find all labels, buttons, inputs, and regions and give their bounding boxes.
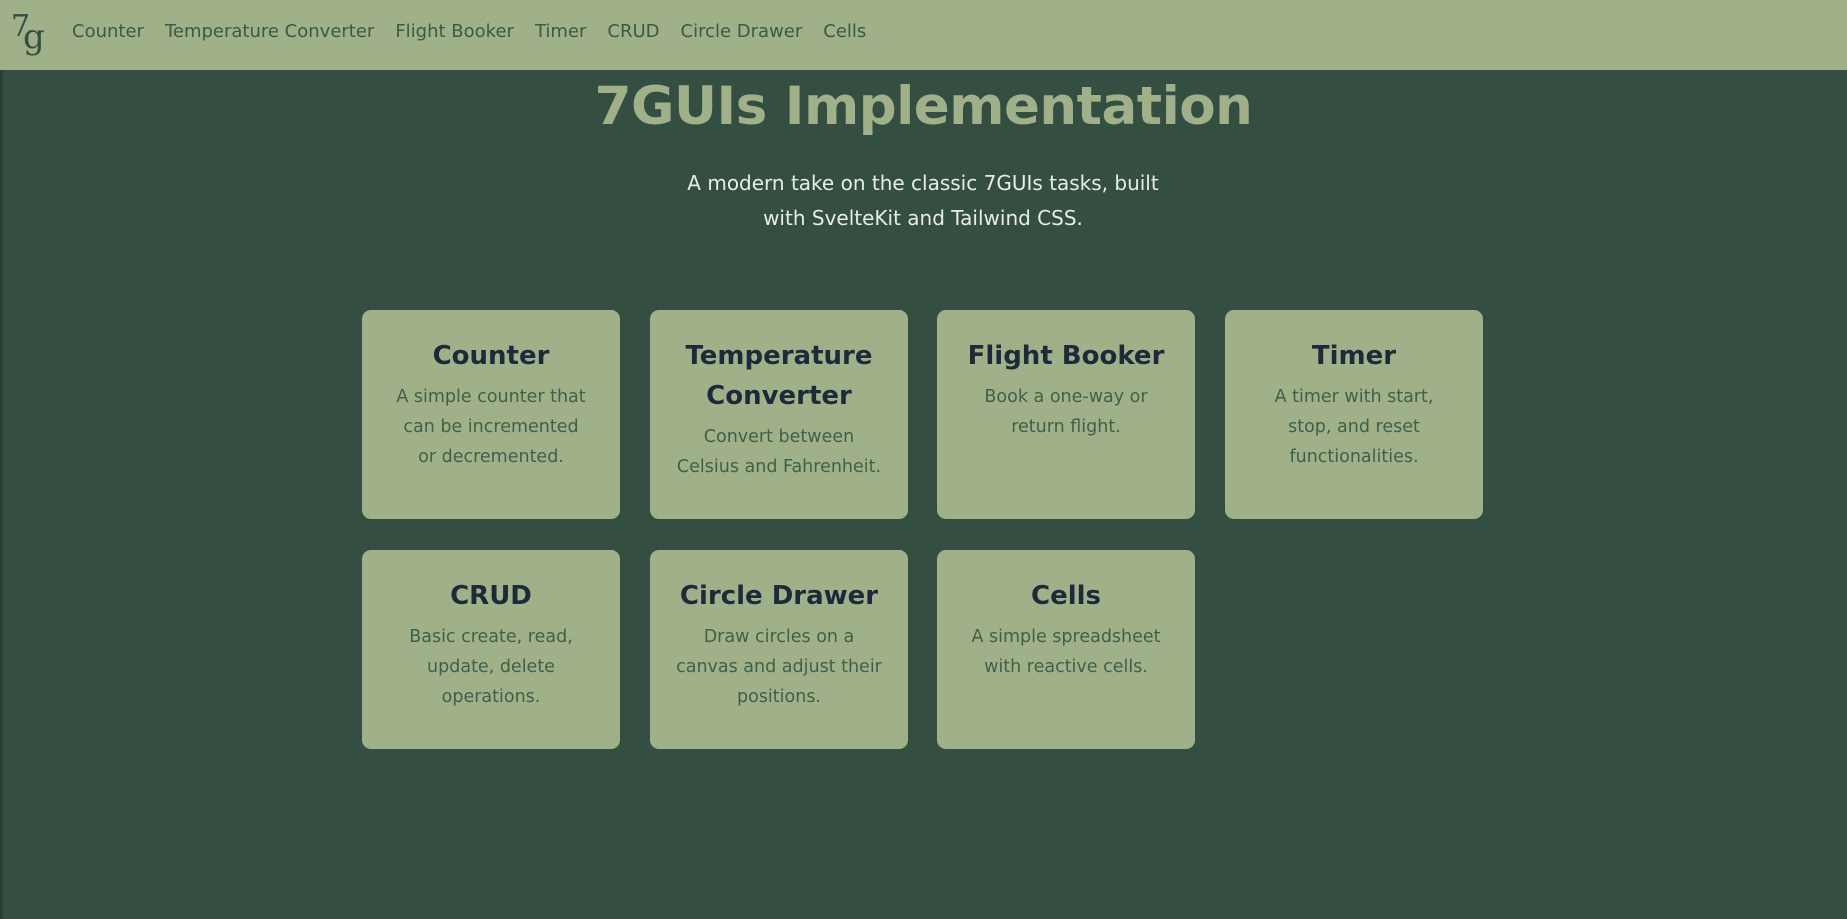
nav-link-circle-drawer[interactable]: Circle Drawer xyxy=(681,21,803,42)
card-circle-drawer[interactable]: Circle Drawer Draw circles on a canvas a… xyxy=(650,550,908,749)
card-title: Timer xyxy=(1311,341,1397,371)
card-counter[interactable]: Counter A simple counter that can be inc… xyxy=(362,310,620,519)
card-title: Cells xyxy=(1030,581,1101,611)
nav-link-timer[interactable]: Timer xyxy=(535,21,586,42)
nav-link-counter[interactable]: Counter xyxy=(72,21,144,42)
card-description: A simple spreadsheet with reactive cells… xyxy=(971,627,1161,677)
card-title: Circle Drawer xyxy=(679,581,879,611)
nav-link-temperature-converter[interactable]: Temperature Converter xyxy=(165,21,374,42)
card-description: Book a one-way or return flight. xyxy=(984,387,1148,437)
card-title: Temperature Converter xyxy=(685,341,873,411)
nav-link-crud[interactable]: CRUD xyxy=(607,21,659,42)
7g-logo-icon[interactable]: 7 g xyxy=(9,8,45,58)
card-crud[interactable]: CRUD Basic create, read, update, delete … xyxy=(362,550,620,749)
page-subtitle: A modern take on the classic 7GUIs tasks… xyxy=(687,171,1159,230)
card-timer[interactable]: Timer A timer with start, stop, and rese… xyxy=(1225,310,1483,519)
card-flight-booker[interactable]: Flight Booker Book a one-way or return f… xyxy=(937,310,1195,519)
card-cells[interactable]: Cells A simple spreadsheet with reactive… xyxy=(937,550,1195,749)
nav-links: Counter Temperature Converter Flight Boo… xyxy=(72,0,887,62)
page-title: 7GUIs Implementation xyxy=(594,76,1253,137)
card-title: Counter xyxy=(432,341,550,371)
card-description: Draw circles on a canvas and adjust thei… xyxy=(676,627,882,707)
card-description: Convert between Celsius and Fahrenheit. xyxy=(676,427,882,477)
nav-link-cells[interactable]: Cells xyxy=(823,21,866,42)
top-navbar: 7 g Counter Temperature Converter Flight… xyxy=(0,0,1847,70)
card-description: Basic create, read, update, delete opera… xyxy=(409,627,573,707)
card-description: A simple counter that can be incremented… xyxy=(396,387,586,467)
left-edge-shadow xyxy=(0,0,5,919)
nav-link-flight-booker[interactable]: Flight Booker xyxy=(395,21,514,42)
card-temperature-converter[interactable]: Temperature Converter Convert between Ce… xyxy=(650,310,908,519)
card-title: CRUD xyxy=(450,581,532,611)
card-title: Flight Booker xyxy=(967,341,1165,371)
card-description: A timer with start, stop, and reset func… xyxy=(1274,387,1434,467)
